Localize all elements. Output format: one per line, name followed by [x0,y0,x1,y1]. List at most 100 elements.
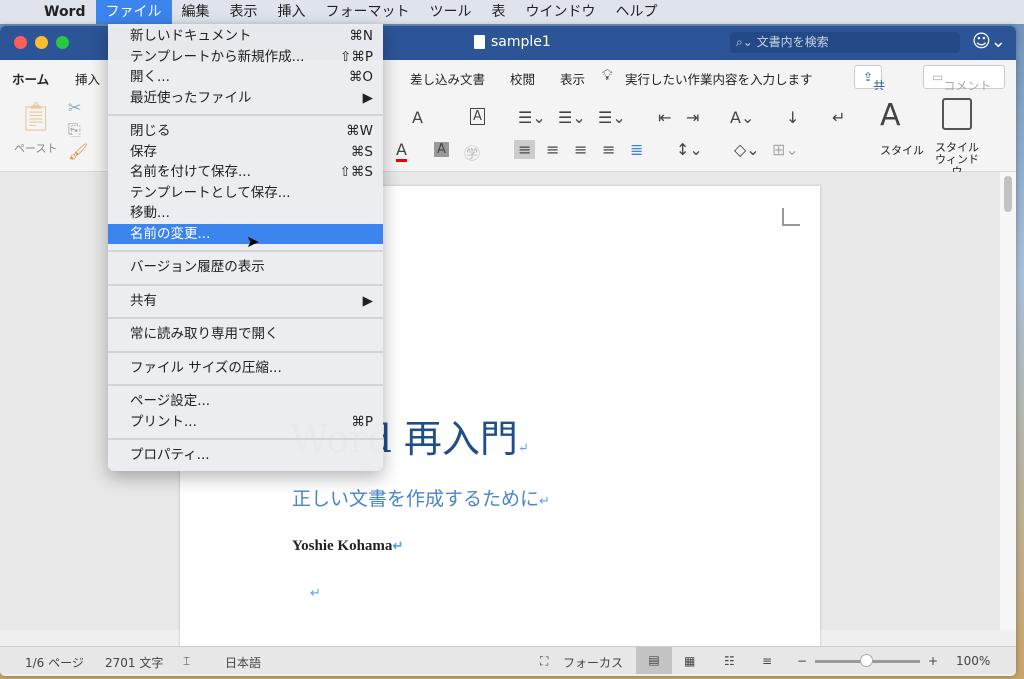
paragraph-mark-icon: ↵ [310,586,321,601]
file-menu-item[interactable]: プリント... ⌘P [108,412,383,433]
decrease-indent-icon[interactable]: ⇤ [658,108,671,127]
menu-item-label: 常に読み取り専用で開く [130,326,279,342]
align-right-icon[interactable]: ≡ [574,140,587,159]
search-input[interactable]: ⌕⌄ 文書内を検索 [730,32,960,53]
copy-icon[interactable]: ⎘ [68,120,81,140]
phonetic-icon[interactable]: ㊫ [464,140,480,164]
file-menu-item[interactable]: 閉じる ⌘W [108,121,383,142]
menu-table[interactable]: 表 [482,0,516,24]
bullets-icon[interactable]: ☰⌄ [518,108,546,127]
file-menu-item[interactable]: ファイル サイズの圧縮... [108,358,383,379]
menu-help[interactable]: ヘルプ [606,0,668,24]
shading-icon[interactable]: ◇⌄ [734,140,760,159]
tell-me-input[interactable]: 実行したい作業内容を入力します [625,69,813,88]
language[interactable]: 日本語 [225,654,261,671]
share-button[interactable]: ⇪ 共有 [854,65,885,115]
zoom-in-button[interactable]: + [928,654,938,668]
file-menu-item[interactable]: プロパティ... [108,445,383,466]
menu-tools[interactable]: ツール [420,0,482,24]
file-menu-item[interactable]: 共有 ▶ [108,291,383,312]
menu-item-shortcut: ⌘W [346,123,373,139]
format-painter-icon[interactable]: 🖌︎ [68,142,88,161]
print-layout-button[interactable]: ▤ [636,647,672,674]
text-box-icon[interactable]: A [470,108,485,125]
tab-insert[interactable]: 挿入 [75,69,100,88]
close-button[interactable] [14,36,27,49]
zoom-button[interactable] [56,36,69,49]
menu-app[interactable]: Word [34,0,96,24]
tab-review[interactable]: 校閲 [510,69,535,88]
zoom-out-button[interactable]: − [797,654,807,668]
file-menu-item[interactable]: 最近使ったファイル ▶ [108,88,383,109]
menu-item-shortcut: ⌘N [349,28,373,44]
scroll-thumb[interactable] [1004,176,1012,212]
highlight-icon[interactable]: A [434,142,449,157]
file-menu-item[interactable]: ページ設定... [108,391,383,412]
file-menu-item[interactable]: 開く... ⌘O [108,67,383,88]
draft-view-button[interactable]: ≡ [762,654,772,668]
tab-view[interactable]: 表示 [560,69,585,88]
text-direction-icon[interactable]: A⌄ [730,108,754,127]
page-count[interactable]: 1/6 ページ [25,654,84,671]
file-menu-item[interactable]: テンプレートとして保存... [108,183,383,204]
file-menu-item[interactable]: バージョン履歴の表示 [108,257,383,278]
increase-indent-icon[interactable]: ⇥ [686,108,699,127]
focus-button[interactable]: フォーカス [563,654,623,671]
minimize-button[interactable] [35,36,48,49]
clear-format-icon[interactable]: A [412,108,423,127]
menu-item-label: プロパティ... [130,447,210,463]
feedback-smiley-icon[interactable]: ☺⌄ [972,31,1006,52]
zoom-level[interactable]: 100% [956,654,990,668]
status-bar: 1/6 ページ 2701 文字 ⌶ 日本語 ⛶ フォーカス ▤ ▦ ☷ ≡ − … [0,646,1016,674]
zoom-slider-knob[interactable] [860,654,873,667]
tab-mailings[interactable]: 差し込み文書 [410,69,485,88]
menu-window[interactable]: ウインドウ [516,0,606,24]
sort-icon[interactable]: ↓ [786,108,799,127]
menu-view[interactable]: 表示 [220,0,268,24]
align-center-icon[interactable]: ≡ [546,140,559,159]
word-count[interactable]: 2701 文字 [105,654,163,671]
line-spacing-icon[interactable]: ↕⌄ [676,140,703,159]
outline-view-button[interactable]: ☷ [724,654,735,668]
cut-icon[interactable]: ✂ [68,98,81,117]
numbering-icon[interactable]: ☰⌄ [558,108,586,127]
styles-label[interactable]: スタイル [880,142,924,158]
font-color-icon[interactable]: A [396,140,407,162]
file-menu-item[interactable]: 常に読み取り専用で開く [108,324,383,345]
paragraph-mark-icon[interactable]: ↵ [832,108,845,127]
document-author: Yoshie Kohama↵ [292,538,403,555]
menu-insert[interactable]: 挿入 [268,0,316,24]
doc-subtitle-text: 正しい文書を作成するために [292,488,540,510]
mouse-cursor-icon: ➤ [246,232,260,251]
file-menu-item[interactable]: 移動... [108,203,383,224]
justify-icon[interactable]: ≡ [602,140,615,159]
submenu-arrow-icon: ▶ [362,292,373,309]
apple-icon[interactable] [0,0,34,24]
distributed-icon[interactable]: ≣ [630,140,643,159]
menu-separator [108,278,383,291]
menu-item-label: 新しいドキュメント [130,28,252,44]
comment-button[interactable]: ▭ コメント [923,65,1005,93]
web-layout-button[interactable]: ▦ [684,654,695,668]
menu-separator [108,108,383,121]
paste-icon[interactable]: 📋︎ [18,100,54,133]
file-menu-item[interactable]: 保存 ⌘S [108,142,383,163]
menu-item-label: 共有 [130,292,157,309]
menu-separator [108,432,383,445]
proofing-icon[interactable]: ⌶ [183,654,190,669]
focus-icon[interactable]: ⛶ [540,654,548,669]
file-menu-item[interactable]: 新しいドキュメント ⌘N [108,26,383,47]
multilevel-list-icon[interactable]: ☰⌄ [598,108,626,127]
file-menu-item[interactable]: 名前を付けて保存... ⇧⌘S [108,162,383,183]
vertical-scrollbar[interactable] [1000,172,1016,630]
menu-separator [108,345,383,358]
file-menu-item[interactable]: テンプレートから新規作成... ⇧⌘P [108,47,383,68]
align-left-icon[interactable]: ≡ [514,140,536,159]
menu-file[interactable]: ファイル [95,0,172,24]
menu-item-label: ファイル サイズの圧縮... [130,359,282,376]
styles-pane-icon[interactable] [942,98,972,130]
borders-icon[interactable]: ⊞⌄ [772,140,799,159]
styles-icon[interactable]: A [880,98,901,133]
menu-format[interactable]: フォーマット [316,0,420,24]
menu-edit[interactable]: 編集 [172,0,220,24]
